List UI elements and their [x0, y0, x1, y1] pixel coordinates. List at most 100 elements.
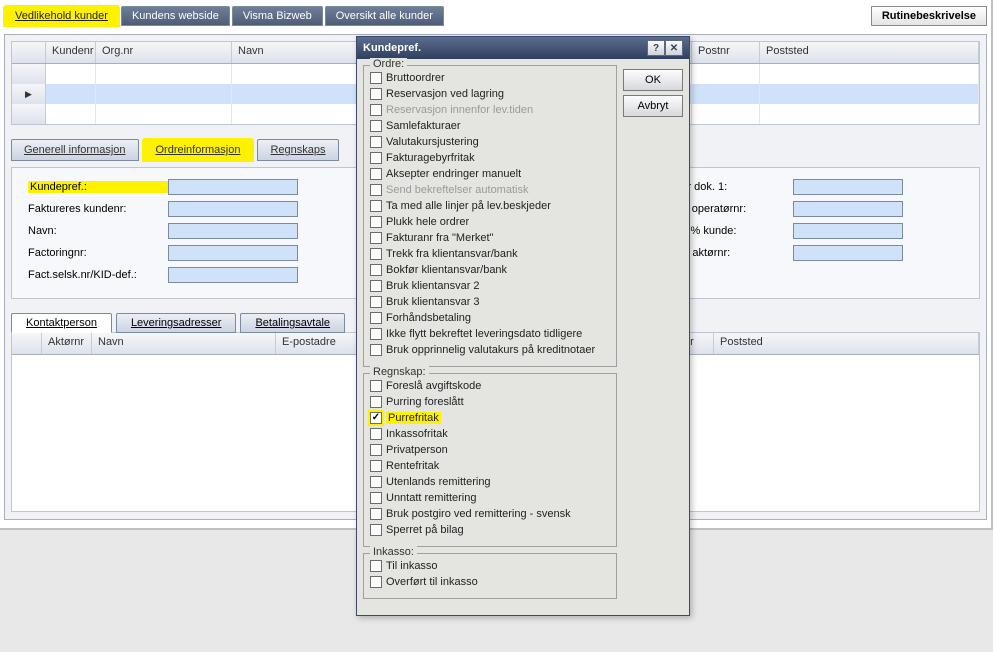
checkbox-icon[interactable]: [370, 380, 382, 392]
tab-betalingsavtale[interactable]: Betalingsavtale: [240, 313, 345, 333]
col-navn2[interactable]: Navn: [92, 333, 276, 354]
checkbox-icon[interactable]: [370, 328, 382, 340]
rabatt-kunde-input[interactable]: [793, 223, 903, 239]
avbryt-button[interactable]: Avbryt: [623, 95, 683, 117]
checkbox-row-inkasso-1[interactable]: Overført til inkasso: [370, 574, 610, 590]
checkbox-row-ordre-8[interactable]: Ta med alle linjer på lev.beskjeder: [370, 198, 610, 214]
checkbox-icon[interactable]: [370, 492, 382, 504]
checkbox-icon[interactable]: [370, 428, 382, 440]
checkbox-row-regnskap-8[interactable]: Bruk postgiro ved remittering - svensk: [370, 506, 610, 522]
checkbox-icon[interactable]: [370, 232, 382, 244]
checkbox-row-regnskap-2[interactable]: Purrefritak: [370, 410, 610, 426]
checkbox-label: Bruk klientansvar 3: [386, 296, 480, 308]
checkbox-row-ordre-0[interactable]: Bruttoordrer: [370, 70, 610, 86]
checkbox-row-ordre-16[interactable]: Ikke flytt bekreftet leveringsdato tidli…: [370, 326, 610, 342]
checkbox-label: Ikke flytt bekreftet leveringsdato tidli…: [386, 328, 582, 340]
col-poststed[interactable]: Poststed: [760, 42, 979, 63]
checkbox-row-ordre-9[interactable]: Plukk hele ordrer: [370, 214, 610, 230]
col-orgnr[interactable]: Org.nr: [96, 42, 232, 63]
rutinebeskrivelse-button[interactable]: Rutinebeskrivelse: [871, 6, 987, 26]
close-button[interactable]: ✕: [665, 40, 683, 56]
help-button[interactable]: ?: [647, 40, 665, 56]
checkbox-icon[interactable]: [370, 508, 382, 520]
tab-ordreinformasjon[interactable]: Ordreinformasjon: [143, 139, 254, 161]
tab-kundens-webside[interactable]: Kundens webside: [121, 6, 230, 26]
checkbox-icon[interactable]: [370, 152, 382, 164]
checkbox-icon[interactable]: [370, 344, 382, 356]
checkbox-icon[interactable]: [370, 412, 382, 424]
checkbox-icon[interactable]: [370, 444, 382, 456]
tab-generell-informasjon[interactable]: Generell informasjon: [11, 139, 139, 161]
checkbox-label: Rentefritak: [386, 460, 439, 472]
checkbox-label: Samlefakturaer: [386, 120, 461, 132]
checkbox-icon[interactable]: [370, 120, 382, 132]
navn-input[interactable]: [168, 223, 298, 239]
checkbox-row-regnskap-6[interactable]: Utenlands remittering: [370, 474, 610, 490]
checkbox-row-regnskap-7[interactable]: Unntatt remittering: [370, 490, 610, 506]
checkbox-icon[interactable]: [370, 200, 382, 212]
checkbox-label: Unntatt remittering: [386, 492, 476, 504]
checkbox-icon[interactable]: [370, 524, 382, 536]
checkbox-icon[interactable]: [370, 312, 382, 324]
factoringnr-input[interactable]: [168, 245, 298, 261]
checkbox-row-ordre-1[interactable]: Reservasjon ved lagring: [370, 86, 610, 102]
checkbox-row-regnskap-1[interactable]: Purring foreslått: [370, 394, 610, 410]
checkbox-icon[interactable]: [370, 460, 382, 472]
row-indicator-header: [12, 42, 46, 63]
col-aktornr[interactable]: Aktørnr: [42, 333, 92, 354]
checkbox-label: Purrefritak: [386, 412, 441, 424]
dialog-titlebar[interactable]: Kundepref. ? ✕: [357, 37, 689, 59]
checkbox-icon[interactable]: [370, 248, 382, 260]
checkbox-icon[interactable]: [370, 136, 382, 148]
kundepref-input[interactable]: [168, 179, 298, 195]
fact-selsk-kid-input[interactable]: [168, 267, 298, 283]
checkbox-icon[interactable]: [370, 88, 382, 100]
checkbox-icon[interactable]: [370, 216, 382, 228]
voice-operator-input[interactable]: [793, 201, 903, 217]
group-regnskap: Regnskap:Foreslå avgiftskodePurring fore…: [363, 373, 617, 547]
checkbox-icon[interactable]: [370, 72, 382, 84]
checkbox-row-regnskap-0[interactable]: Foreslå avgiftskode: [370, 378, 610, 394]
tab-visma-bizweb[interactable]: Visma Bizweb: [232, 6, 323, 26]
tab-oversikt-alle-kunder[interactable]: Oversikt alle kunder: [325, 6, 444, 26]
checkbox-row-ordre-5[interactable]: Fakturagebyrfritak: [370, 150, 610, 166]
tab-kontaktperson[interactable]: Kontaktperson: [11, 313, 112, 333]
checkbox-label: Reservasjon ved lagring: [386, 88, 504, 100]
til-aktornr-input[interactable]: [793, 245, 903, 261]
checkbox-label: Foreslå avgiftskode: [386, 380, 481, 392]
checkbox-row-ordre-14[interactable]: Bruk klientansvar 3: [370, 294, 610, 310]
checkbox-icon[interactable]: [370, 576, 382, 588]
checkbox-icon[interactable]: [370, 476, 382, 488]
col-kundenr[interactable]: Kundenr: [46, 42, 96, 63]
checkbox-row-ordre-6[interactable]: Aksepter endringer manuelt: [370, 166, 610, 182]
checkbox-row-regnskap-4[interactable]: Privatperson: [370, 442, 610, 458]
checkbox-row-inkasso-0[interactable]: Til inkasso: [370, 558, 610, 574]
checkbox-row-ordre-4[interactable]: Valutakursjustering: [370, 134, 610, 150]
tab-regnskap[interactable]: Regnskaps: [257, 139, 338, 161]
checkbox-row-ordre-7: Send bekreftelser automatisk: [370, 182, 610, 198]
checkbox-icon[interactable]: [370, 264, 382, 276]
col-poststed2[interactable]: Poststed: [714, 333, 979, 354]
checkbox-row-ordre-17[interactable]: Bruk opprinnelig valutakurs på kreditnot…: [370, 342, 610, 358]
faktureres-kundenr-input[interactable]: [168, 201, 298, 217]
ok-button[interactable]: OK: [623, 69, 683, 91]
checkbox-icon[interactable]: [370, 280, 382, 292]
col-postnr[interactable]: Postnr: [692, 42, 760, 63]
checkbox-icon[interactable]: [370, 296, 382, 308]
checkbox-icon[interactable]: [370, 560, 382, 572]
checkbox-row-regnskap-3[interactable]: Inkassofritak: [370, 426, 610, 442]
checkbox-row-ordre-3[interactable]: Samlefakturaer: [370, 118, 610, 134]
tab-leveringsadresser[interactable]: Leveringsadresser: [116, 313, 237, 333]
checkbox-row-ordre-10[interactable]: Fakturanr fra "Merket": [370, 230, 610, 246]
tab-vedlikehold-kunder[interactable]: Vedlikehold kunder: [4, 6, 119, 26]
checkbox-row-ordre-11[interactable]: Trekk fra klientansvar/bank: [370, 246, 610, 262]
checkbox-label: Forhåndsbetaling: [386, 312, 471, 324]
checkbox-icon[interactable]: [370, 396, 382, 408]
dok1-input[interactable]: [793, 179, 903, 195]
checkbox-row-regnskap-9[interactable]: Sperret på bilag: [370, 522, 610, 538]
checkbox-row-regnskap-5[interactable]: Rentefritak: [370, 458, 610, 474]
checkbox-row-ordre-12[interactable]: Bokfør klientansvar/bank: [370, 262, 610, 278]
checkbox-row-ordre-13[interactable]: Bruk klientansvar 2: [370, 278, 610, 294]
checkbox-icon[interactable]: [370, 168, 382, 180]
checkbox-row-ordre-15[interactable]: Forhåndsbetaling: [370, 310, 610, 326]
